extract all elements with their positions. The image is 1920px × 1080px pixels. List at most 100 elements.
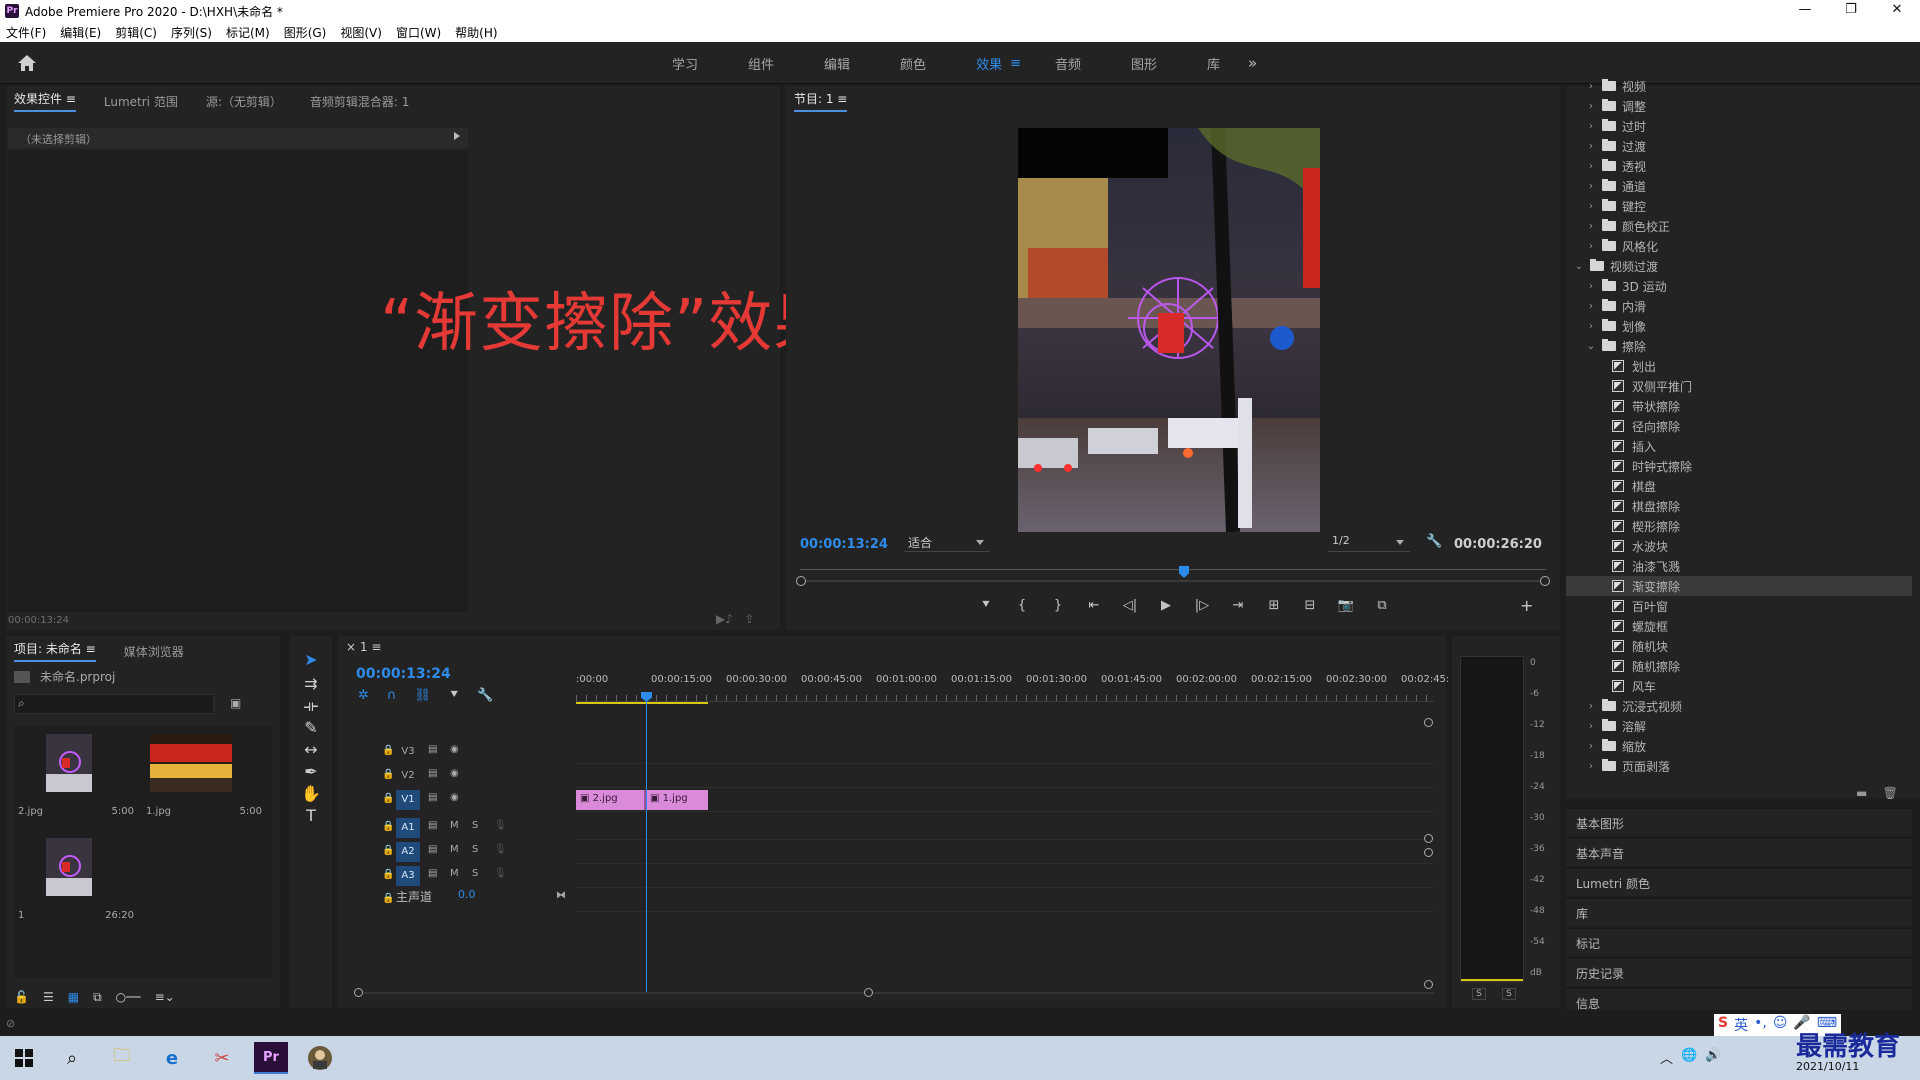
button-editor-plus-icon[interactable]: +	[1520, 596, 1533, 615]
workspace-tab-editing[interactable]: 编辑	[824, 54, 850, 73]
menu-file[interactable]: 文件(F)	[6, 24, 46, 41]
menu-graphics[interactable]: 图形(G)	[284, 24, 327, 41]
effects-folder[interactable]: ⌄ 视频过渡	[1566, 256, 1912, 276]
chevron-right-icon[interactable]: ›	[1586, 761, 1596, 772]
chevron-right-icon[interactable]: ›	[1586, 141, 1596, 152]
effect-item[interactable]: 插入	[1566, 436, 1912, 456]
solo-toggle[interactable]: S	[472, 868, 478, 879]
effects-folder[interactable]: › 内滑	[1566, 296, 1912, 316]
effects-folder[interactable]: › 风格化	[1566, 236, 1912, 256]
effect-item[interactable]: 划出	[1566, 356, 1912, 376]
track-name[interactable]: A1	[396, 818, 420, 838]
program-video-frame[interactable]	[1018, 128, 1320, 532]
go-to-edit-point-icon[interactable]: ⧓	[556, 890, 566, 901]
audio-scroll-handle-bottom[interactable]	[1424, 980, 1433, 989]
home-icon[interactable]	[16, 53, 38, 73]
mark-out-icon[interactable]: }	[1048, 598, 1068, 613]
panel-info[interactable]: 信息	[1566, 988, 1912, 1011]
track-lane-v1[interactable]: ▣ 2.jpg ▣ 1.jpg	[576, 788, 1434, 812]
effect-item[interactable]: 随机块	[1566, 636, 1912, 656]
close-button[interactable]: ✕	[1874, 0, 1920, 22]
menu-edit[interactable]: 编辑(E)	[60, 24, 101, 41]
workspace-tab-effects[interactable]: 效果	[976, 54, 1002, 73]
eye-icon[interactable]: ◉	[450, 744, 459, 755]
new-bin-icon[interactable]: ▬	[1856, 786, 1867, 800]
master-volume-value[interactable]: 0.0	[458, 888, 476, 901]
pen-tool-icon[interactable]: ✒	[300, 762, 322, 784]
panel-essential-graphics[interactable]: 基本图形	[1566, 808, 1912, 836]
timeline-ruler[interactable]: :00:00 00:00:15:00 00:00:30:00 00:00:45:00 0…	[576, 672, 1449, 702]
track-name[interactable]: V1	[396, 790, 420, 810]
sync-lock-icon[interactable]: ▤	[428, 844, 437, 855]
restore-button[interactable]: ❐	[1828, 0, 1874, 22]
expand-arrow-icon[interactable]	[454, 132, 460, 140]
program-playhead[interactable]	[1179, 566, 1189, 578]
sync-lock-icon[interactable]: ▤	[428, 868, 437, 879]
lock-icon[interactable]: 🔒	[382, 893, 394, 904]
video-scroll-handle-top[interactable]	[1424, 718, 1433, 727]
mute-toggle[interactable]: M	[450, 868, 459, 879]
solo-left-button[interactable]: S	[1472, 988, 1486, 1000]
minimize-button[interactable]: —	[1782, 0, 1828, 22]
chevron-right-icon[interactable]: ›	[1586, 181, 1596, 192]
ime-emoji-icon[interactable]: ☺	[1773, 1015, 1788, 1035]
chevron-right-icon[interactable]: ›	[1586, 241, 1596, 252]
chevron-right-icon[interactable]: ›	[1586, 721, 1596, 732]
wrench-icon[interactable]: 🔧	[1426, 534, 1442, 549]
menu-window[interactable]: 窗口(W)	[396, 24, 441, 41]
track-name[interactable]: V2	[396, 766, 420, 786]
chevron-right-icon[interactable]: ›	[1586, 201, 1596, 212]
add-marker-icon[interactable]: ⯆	[976, 598, 996, 613]
mute-toggle[interactable]: M	[450, 820, 459, 831]
lock-icon[interactable]: 🔒	[382, 793, 394, 804]
effects-folder[interactable]: › 通道	[1566, 176, 1912, 196]
razor-tool-icon[interactable]: ✎	[300, 718, 322, 740]
scroll-handle-right[interactable]	[864, 988, 873, 997]
play-icon[interactable]: ▶	[1156, 598, 1176, 613]
screen-tool-icon[interactable]: ✂	[206, 1042, 238, 1074]
edge-browser-icon[interactable]: e	[156, 1042, 188, 1074]
track-name[interactable]: V3	[396, 742, 420, 762]
mute-toggle[interactable]: M	[450, 844, 459, 855]
lock-icon[interactable]: 🔒	[382, 769, 394, 780]
type-tool-icon[interactable]: T	[300, 806, 322, 828]
effect-item[interactable]: 时钟式擦除	[1566, 456, 1912, 476]
more-workspaces-icon[interactable]: »	[1248, 54, 1257, 72]
panel-markers[interactable]: 标记	[1566, 928, 1912, 956]
track-select-tool-icon[interactable]: ⇉	[300, 674, 322, 696]
sync-lock-icon[interactable]: ▤	[428, 744, 437, 755]
effects-folder[interactable]: › 透视	[1566, 156, 1912, 176]
tab-source[interactable]: 源:（无剪辑）	[206, 93, 282, 110]
add-marker-icon[interactable]: ⯆	[449, 688, 459, 703]
panel-lumetri-color[interactable]: Lumetri 颜色	[1566, 868, 1912, 896]
chevron-down-icon[interactable]: ⌄	[1574, 261, 1584, 272]
project-item[interactable]: 1 26:20	[14, 830, 138, 928]
ime-punctuation-icon[interactable]: •,	[1754, 1015, 1767, 1035]
lock-icon[interactable]: 🔒	[382, 845, 394, 856]
solo-right-button[interactable]: S	[1502, 988, 1516, 1000]
timeline-tab[interactable]: × 1 ≡	[346, 640, 381, 654]
tray-up-chevron-icon[interactable]: ︿	[1660, 1048, 1673, 1067]
workspace-menu-icon[interactable]: ≡	[1010, 56, 1021, 71]
chevron-right-icon[interactable]: ›	[1586, 701, 1596, 712]
nest-icon[interactable]: ✲	[358, 688, 369, 703]
track-lane-a1[interactable]	[576, 816, 1434, 840]
effects-folder[interactable]: › 过时	[1566, 116, 1912, 136]
effects-folder[interactable]: › 页面剥落	[1566, 756, 1912, 772]
track-name[interactable]: A3	[396, 866, 420, 886]
snap-icon[interactable]: ∩	[387, 688, 397, 703]
selection-tool-icon[interactable]: ➤	[300, 650, 322, 672]
menu-view[interactable]: 视图(V)	[340, 24, 382, 41]
scroll-handle-left[interactable]	[354, 988, 363, 997]
track-lane-a3[interactable]	[576, 864, 1434, 888]
workspace-tab-libraries[interactable]: 库	[1207, 54, 1220, 73]
microphone-icon[interactable]: 🎙	[494, 820, 507, 831]
effects-folder[interactable]: › 键控	[1566, 196, 1912, 216]
project-search-input[interactable]	[14, 694, 214, 714]
effect-item[interactable]: 百叶窗	[1566, 596, 1912, 616]
effect-item[interactable]: 双侧平推门	[1566, 376, 1912, 396]
panel-history[interactable]: 历史记录	[1566, 958, 1912, 986]
chevron-right-icon[interactable]: ›	[1586, 281, 1596, 292]
tab-lumetri-scopes[interactable]: Lumetri 范围	[104, 93, 178, 110]
lock-icon[interactable]: 🔒	[382, 745, 394, 756]
